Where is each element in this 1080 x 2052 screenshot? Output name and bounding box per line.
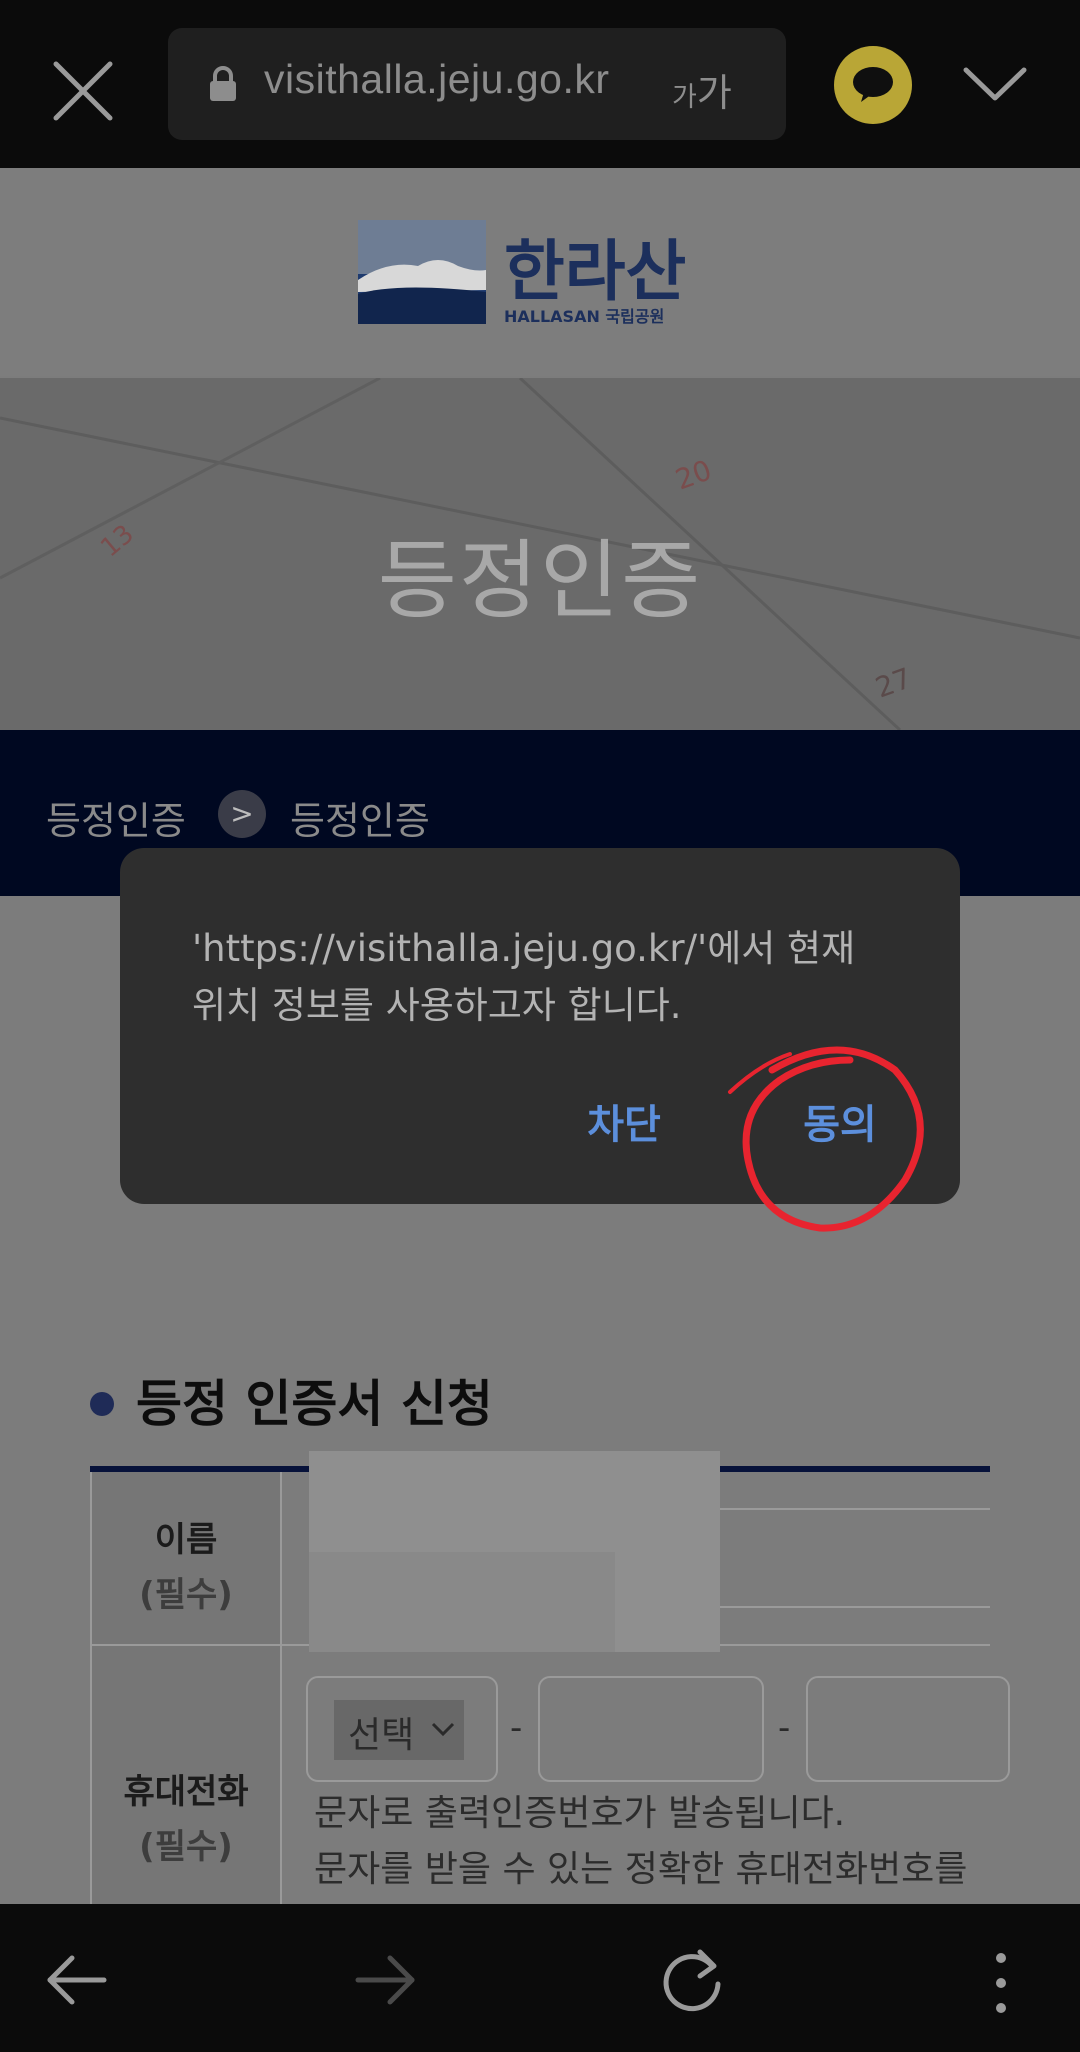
- phone-help-text: 문자로 출력인증번호가 발송됩니다.: [314, 1793, 846, 1834]
- name-label: 이름 (필수): [92, 1512, 280, 1616]
- dialog-message-line2: 위치 정보를 사용하고자 합니다.: [192, 984, 682, 1027]
- dialog-message-line1: 'https://visithalla.jeju.go.kr/'에서 현재: [192, 927, 856, 970]
- reload-icon[interactable]: [660, 1944, 726, 2014]
- logo-subtext: HALLASAN 국립공원: [504, 307, 664, 326]
- text-size-small: 가: [672, 82, 697, 113]
- browser-bottom-bar: [0, 1904, 1080, 2052]
- bullet-icon: [90, 1392, 114, 1416]
- chevron-down-icon[interactable]: [960, 60, 1030, 106]
- block-button[interactable]: 차단: [574, 1092, 674, 1152]
- more-vert-icon[interactable]: [986, 1950, 1016, 2016]
- name-input-border: [720, 1508, 990, 1510]
- phone-prefix-value: 선택: [348, 1715, 415, 1756]
- phone-dash: -: [510, 1708, 523, 1748]
- speech-bubble-icon: [853, 67, 893, 102]
- hallasan-logo[interactable]: 한라산 HALLASAN 국립공원: [358, 220, 722, 326]
- phone-label: 휴대전화 (필수): [92, 1764, 280, 1868]
- breadcrumb-item-current[interactable]: 등정인증: [290, 790, 430, 845]
- phone-dash: -: [778, 1708, 791, 1748]
- chevron-down-icon: [431, 1722, 455, 1737]
- redacted-block: [615, 1552, 720, 1652]
- name-label-text: 이름: [154, 1520, 218, 1560]
- forward-arrow-icon[interactable]: [352, 1950, 418, 2010]
- close-icon[interactable]: [50, 58, 116, 124]
- annotation-circle: [728, 1046, 924, 1232]
- name-required-text: (필수): [139, 1575, 233, 1615]
- back-arrow-icon[interactable]: [44, 1950, 110, 2010]
- lock-icon: [210, 66, 236, 101]
- section-title: 등정 인증서 신청: [136, 1375, 493, 1433]
- redacted-block: [309, 1451, 720, 1552]
- logo-text: 한라산: [504, 233, 686, 310]
- phone-help-text: 문자를 받을 수 있는 정확한 휴대전화번호를: [314, 1849, 968, 1890]
- page-hero-title: 등정인증: [377, 531, 703, 631]
- text-size-button[interactable]: 가가: [672, 62, 732, 117]
- phone-last-input[interactable]: [806, 1676, 1010, 1782]
- url-bar[interactable]: visithalla.jeju.go.kr 가가: [168, 28, 786, 140]
- url-text: visithalla.jeju.go.kr: [264, 56, 610, 102]
- name-input-border: [720, 1606, 990, 1608]
- table-border-divider: [280, 1472, 282, 1904]
- phone-middle-input[interactable]: [538, 1676, 764, 1782]
- redacted-block: [309, 1552, 615, 1652]
- breadcrumb-item-home[interactable]: 등정인증: [46, 790, 186, 845]
- phone-label-text: 휴대전화: [123, 1772, 249, 1812]
- kakao-chat-icon[interactable]: [834, 46, 912, 124]
- text-size-large: 가: [696, 71, 732, 115]
- breadcrumb-separator-icon: >: [218, 790, 266, 838]
- phone-required-text: (필수): [139, 1827, 233, 1867]
